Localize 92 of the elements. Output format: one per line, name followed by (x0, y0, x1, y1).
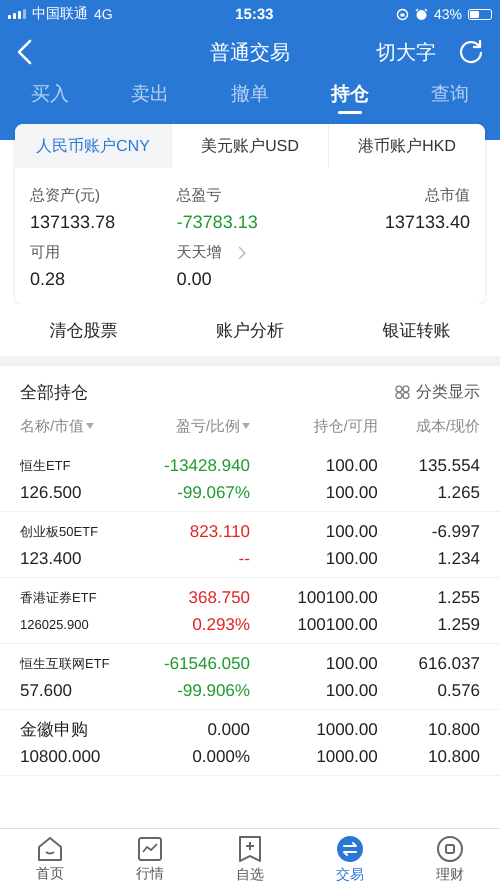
table-cell-text: 恒生互联网ETF (20, 654, 111, 672)
table-cell-text: -61546.050 (162, 654, 250, 672)
table-cell-text: 10.800 (427, 720, 480, 738)
summary-value: 137133.40 (384, 212, 470, 233)
coin-icon (436, 834, 464, 862)
table-cell-text: -- (238, 548, 250, 568)
table-cell-text: -99.067% (176, 482, 250, 502)
summary-value: 0.00 (176, 269, 213, 290)
network-type: 4G (94, 6, 113, 22)
account-action-button[interactable]: 银证转账 (333, 304, 500, 356)
table-cell-text: 1.265 (436, 482, 480, 502)
summary-label: 可用 (30, 243, 60, 262)
summary-value: 137133.78 (30, 212, 116, 233)
table-cell-text: 金徽申购 (20, 720, 89, 738)
column-header[interactable]: 成本/现价 (416, 416, 480, 436)
account-tab[interactable]: 人民币账户CNY (15, 124, 172, 168)
rotation-lock-icon (396, 8, 409, 20)
summary-value: -73783.13 (176, 212, 259, 233)
summary-label: 天天增 (176, 243, 222, 262)
account-action-button[interactable]: 账户分析 (166, 304, 334, 356)
table-cell-text: 100100.00 (296, 614, 378, 634)
nav-tab[interactable]: 首页 (0, 829, 100, 889)
table-cell-text: 0.000% (191, 746, 250, 766)
carrier-name: 中国联通 (32, 5, 88, 23)
table-cell-text: 126025.900 (20, 616, 90, 634)
account-action-button[interactable]: 清仓股票 (0, 304, 167, 356)
table-cell-text: 0.576 (436, 680, 480, 700)
table-cell-text: 126.500 (20, 482, 82, 502)
trade-tab[interactable]: 查询 (400, 76, 500, 118)
table-cell-text: 100.00 (324, 482, 378, 502)
table-cell-text: 100.00 (324, 680, 378, 700)
table-cell-text: 1.234 (436, 548, 480, 568)
table-cell-text: 1.259 (436, 614, 480, 634)
table-cell-text: 10.800 (427, 746, 480, 766)
table-cell-text: 创业板50ETF (20, 522, 100, 540)
table-cell-text: 1000.00 (315, 720, 378, 738)
table-cell-text: 100.00 (324, 522, 378, 540)
refresh-icon[interactable] (458, 39, 484, 65)
table-cell-text: 0.293% (191, 614, 250, 634)
table-cell-text: 1000.00 (315, 746, 378, 766)
nav-tab[interactable]: 行情 (100, 829, 200, 889)
home-icon (36, 836, 64, 862)
category-view-button[interactable]: 分类显示 (395, 382, 480, 402)
table-cell-text: 57.600 (20, 680, 73, 700)
table-cell-text: 香港证券ETF (20, 588, 98, 606)
page-title: 普通交易 (210, 40, 290, 66)
summary-value: 0.28 (30, 269, 66, 290)
nav-tab[interactable]: 自选 (200, 829, 300, 889)
table-cell-text: 10800.000 (20, 746, 102, 766)
account-tab[interactable]: 港币账户HKD (329, 124, 485, 168)
nav-tab[interactable]: 理财 (400, 829, 500, 889)
table-cell-text: -6.997 (430, 522, 480, 540)
trade-tab[interactable]: 持仓 (300, 76, 400, 118)
table-cell-text: 100100.00 (296, 588, 378, 606)
table-cell-text: 100.00 (324, 456, 378, 474)
section-title: 全部持仓 (20, 382, 88, 404)
table-cell-text: 100.00 (324, 548, 378, 568)
clock-time: 15:33 (234, 6, 275, 22)
back-icon[interactable] (16, 39, 32, 65)
table-cell-text: 616.037 (418, 654, 480, 672)
summary-label: 总市值 (425, 186, 470, 205)
alarm-icon (414, 8, 428, 20)
large-font-button[interactable]: 切大字 (376, 38, 436, 66)
nav-tab[interactable]: 交易 (300, 829, 400, 889)
table-cell-text: 恒生ETF (20, 456, 72, 474)
table-cell-text: 100.00 (324, 654, 378, 672)
account-tab[interactable]: 美元账户USD (172, 124, 329, 168)
battery-icon (468, 8, 492, 20)
table-cell-text: 1.255 (436, 588, 480, 606)
summary-label: 总盈亏 (176, 186, 222, 205)
bookmark-plus-icon (237, 834, 263, 862)
sort-icon[interactable] (86, 423, 94, 429)
chart-icon (137, 836, 163, 862)
column-header[interactable]: 盈亏/比例 (176, 416, 240, 436)
table-cell-text: 823.110 (188, 522, 250, 540)
table-cell-text: 0.000 (206, 720, 250, 738)
grid-icon[interactable] (395, 385, 411, 399)
trade-tab[interactable]: 撤单 (200, 76, 300, 118)
table-cell-text: -99.906% (176, 680, 250, 700)
battery-percent: 43% (434, 6, 462, 22)
column-header[interactable]: 名称/市值 (20, 416, 84, 436)
summary-label: 总资产(元) (30, 186, 100, 205)
table-cell-text: 368.750 (188, 588, 250, 606)
trade-tab[interactable]: 卖出 (100, 76, 200, 118)
exchange-icon (336, 834, 364, 862)
trade-tab[interactable]: 买入 (0, 76, 100, 118)
sort-icon[interactable] (242, 423, 250, 429)
signal-icon (8, 9, 26, 19)
table-cell-text: 135.554 (418, 456, 480, 474)
column-header[interactable]: 持仓/可用 (314, 416, 378, 436)
table-cell-text: -13428.940 (162, 456, 250, 474)
table-cell-text: 123.400 (20, 548, 82, 568)
